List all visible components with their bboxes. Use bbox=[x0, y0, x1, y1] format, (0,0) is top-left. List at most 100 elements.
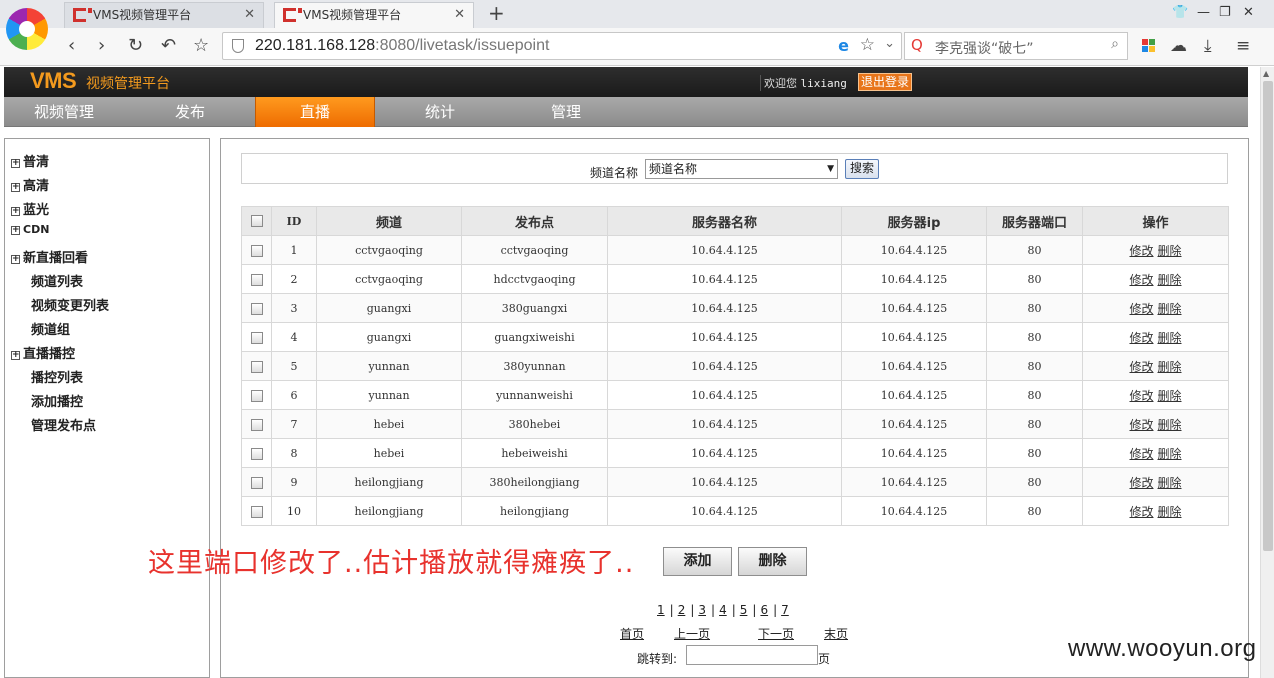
edit-link[interactable]: 修改 bbox=[1129, 389, 1153, 403]
cloud-icon[interactable]: ☁ bbox=[1170, 36, 1187, 56]
pager-first[interactable]: 首页 bbox=[620, 625, 644, 642]
jump-page-input[interactable] bbox=[686, 645, 818, 665]
scroll-up-icon[interactable]: ▲ bbox=[1263, 69, 1269, 78]
sidebar-item-live-replay[interactable]: + 新直播回看 bbox=[11, 247, 88, 266]
sidebar-item-bluray[interactable]: + 蓝光 bbox=[11, 199, 49, 218]
channel-name-select[interactable]: 频道名称 ▼ bbox=[645, 159, 838, 179]
sidebar-item-standard[interactable]: + 普清 bbox=[11, 151, 49, 170]
col-header-server-port[interactable]: 服务器端口 bbox=[986, 206, 1083, 236]
expand-icon[interactable]: + bbox=[11, 183, 20, 192]
pager-last[interactable]: 末页 bbox=[824, 625, 848, 642]
browser-logo-icon[interactable] bbox=[6, 8, 48, 50]
delete-link[interactable]: 删除 bbox=[1158, 331, 1182, 345]
back-icon[interactable]: ‹ bbox=[68, 36, 75, 56]
apps-grid-icon[interactable] bbox=[1142, 39, 1156, 53]
browser-search-input[interactable]: Q 李克强谈“破七” ⌕ bbox=[904, 32, 1128, 60]
chevron-down-icon[interactable]: ⌄ bbox=[884, 36, 895, 51]
col-header-server-name[interactable]: 服务器名称 bbox=[607, 206, 842, 236]
sidebar-item-live-control[interactable]: + 直播播控 bbox=[11, 343, 75, 362]
pager-page-link[interactable]: 7 bbox=[781, 603, 789, 617]
pager-page-link[interactable]: 4 bbox=[719, 603, 727, 617]
select-all-checkbox[interactable] bbox=[250, 215, 263, 227]
pager-next[interactable]: 下一页 bbox=[758, 625, 794, 642]
download-icon[interactable]: ⤓ bbox=[1204, 36, 1212, 56]
row-checkbox[interactable] bbox=[250, 505, 263, 518]
edit-link[interactable]: 修改 bbox=[1129, 273, 1153, 287]
search-button[interactable]: 搜索 bbox=[845, 159, 879, 179]
pager-page-link[interactable]: 5 bbox=[740, 603, 748, 617]
menu-icon[interactable]: ≡ bbox=[1236, 36, 1250, 56]
expand-icon[interactable]: + bbox=[11, 226, 20, 235]
undo-icon[interactable]: ↶ bbox=[161, 36, 176, 56]
delete-link[interactable]: 删除 bbox=[1158, 505, 1182, 519]
expand-icon[interactable]: + bbox=[11, 207, 20, 216]
row-checkbox[interactable] bbox=[250, 447, 263, 460]
nav-video-management[interactable]: 视频管理 bbox=[4, 97, 124, 127]
forward-icon[interactable]: › bbox=[98, 36, 105, 56]
delete-link[interactable]: 删除 bbox=[1158, 447, 1182, 461]
edit-link[interactable]: 修改 bbox=[1129, 476, 1153, 490]
nav-admin[interactable]: 管理 bbox=[506, 97, 626, 127]
minimize-icon[interactable]: — bbox=[1197, 5, 1210, 20]
close-icon[interactable]: ✕ bbox=[454, 3, 465, 27]
delete-link[interactable]: 删除 bbox=[1158, 389, 1182, 403]
row-checkbox[interactable] bbox=[250, 331, 263, 344]
col-header-channel[interactable]: 频道 bbox=[316, 206, 462, 236]
row-checkbox[interactable] bbox=[250, 302, 263, 315]
search-icon[interactable]: ⌕ bbox=[1111, 36, 1119, 52]
delete-link[interactable]: 删除 bbox=[1158, 418, 1182, 432]
sidebar-item-video-change-list[interactable]: 视频变更列表 bbox=[31, 295, 109, 314]
reload-icon[interactable]: ↻ bbox=[128, 36, 143, 56]
nav-statistics[interactable]: 统计 bbox=[380, 97, 500, 127]
delete-link[interactable]: 删除 bbox=[1158, 244, 1182, 258]
row-checkbox[interactable] bbox=[250, 273, 263, 286]
browser-tab-2[interactable]: VMS视频管理平台 ✕ bbox=[274, 2, 474, 28]
col-header-point[interactable]: 发布点 bbox=[461, 206, 608, 236]
delete-link[interactable]: 删除 bbox=[1158, 273, 1182, 287]
delete-button[interactable]: 删除 bbox=[738, 547, 807, 576]
skin-icon[interactable]: 👕 bbox=[1172, 5, 1188, 20]
sidebar-item-add-control[interactable]: 添加播控 bbox=[31, 391, 83, 410]
edit-link[interactable]: 修改 bbox=[1129, 331, 1153, 345]
pager-page-link[interactable]: 1 bbox=[657, 603, 665, 617]
edit-link[interactable]: 修改 bbox=[1129, 418, 1153, 432]
delete-link[interactable]: 删除 bbox=[1158, 476, 1182, 490]
scrollbar-thumb[interactable] bbox=[1263, 81, 1273, 551]
pager-prev[interactable]: 上一页 bbox=[674, 625, 710, 642]
sidebar-item-control-list[interactable]: 播控列表 bbox=[31, 367, 83, 386]
nav-live[interactable]: 直播 bbox=[255, 97, 375, 127]
row-checkbox[interactable] bbox=[250, 476, 263, 489]
sidebar-item-manage-points[interactable]: 管理发布点 bbox=[31, 415, 96, 434]
browser-tab-1[interactable]: VMS视频管理平台 ✕ bbox=[64, 2, 264, 28]
edit-link[interactable]: 修改 bbox=[1129, 505, 1153, 519]
pager-page-link[interactable]: 6 bbox=[760, 603, 768, 617]
edit-link[interactable]: 修改 bbox=[1129, 244, 1153, 258]
row-checkbox[interactable] bbox=[250, 360, 263, 373]
ie-mode-icon[interactable]: e bbox=[838, 36, 849, 55]
row-checkbox[interactable] bbox=[250, 244, 263, 257]
col-header-id[interactable]: ID bbox=[271, 206, 317, 236]
window-close-icon[interactable]: ✕ bbox=[1243, 5, 1254, 20]
nav-publish[interactable]: 发布 bbox=[130, 97, 250, 127]
bookmark-star-icon[interactable]: ☆ bbox=[193, 36, 209, 56]
expand-icon[interactable]: + bbox=[11, 255, 20, 264]
edit-link[interactable]: 修改 bbox=[1129, 447, 1153, 461]
new-tab-icon[interactable]: + bbox=[488, 2, 505, 24]
maximize-icon[interactable]: ❐ bbox=[1219, 5, 1231, 20]
sidebar-item-channel-group[interactable]: 频道组 bbox=[31, 319, 70, 338]
address-input[interactable]: 220.181.168.128:8080/livetask/issuepoint… bbox=[222, 32, 902, 60]
search-engine-icon[interactable]: Q bbox=[911, 36, 923, 54]
sidebar-item-channel-list[interactable]: 频道列表 bbox=[31, 271, 83, 290]
close-icon[interactable]: ✕ bbox=[244, 3, 255, 27]
row-checkbox[interactable] bbox=[250, 389, 263, 402]
expand-icon[interactable]: + bbox=[11, 351, 20, 360]
sidebar-item-cdn[interactable]: + CDN bbox=[11, 223, 49, 236]
page-scrollbar[interactable]: ▲ bbox=[1260, 67, 1274, 678]
sidebar-item-hd[interactable]: + 高清 bbox=[11, 175, 49, 194]
row-checkbox[interactable] bbox=[250, 418, 263, 431]
add-button[interactable]: 添加 bbox=[663, 547, 732, 576]
edit-link[interactable]: 修改 bbox=[1129, 302, 1153, 316]
delete-link[interactable]: 删除 bbox=[1158, 302, 1182, 316]
delete-link[interactable]: 删除 bbox=[1158, 360, 1182, 374]
pager-page-link[interactable]: 2 bbox=[678, 603, 686, 617]
